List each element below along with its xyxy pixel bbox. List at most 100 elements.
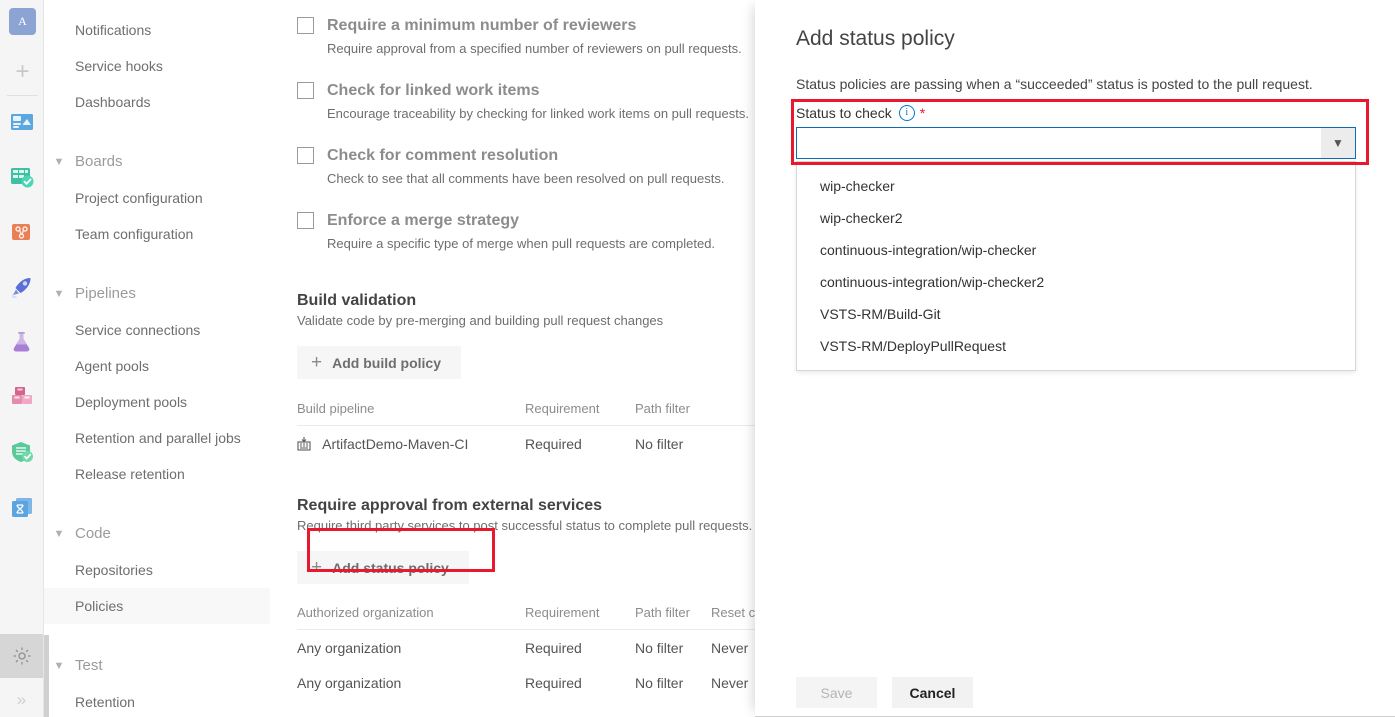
add-status-policy-label: Add status policy	[332, 560, 449, 576]
checkbox[interactable]	[297, 212, 314, 229]
column-authorized-organization: Authorized organization	[297, 605, 525, 630]
status-to-check-combobox[interactable]: ▼	[796, 127, 1356, 159]
policy-merge-strategy[interactable]: Enforce a merge strategy Require a speci…	[297, 212, 755, 252]
chevron-down-icon: ▼	[52, 648, 66, 684]
cell-path-filter: No filter	[635, 665, 711, 700]
security-icon[interactable]	[10, 440, 35, 465]
sidebar-item-project-configuration[interactable]: Project configuration	[44, 180, 270, 216]
sidebar-group-label: Boards	[75, 153, 123, 170]
add-build-policy-button[interactable]: + Add build policy	[297, 346, 461, 379]
sidebar-group-code[interactable]: ▼ Code	[44, 516, 270, 552]
dropdown-option[interactable]: wip-checker	[797, 170, 1355, 202]
avatar[interactable]: A	[9, 8, 36, 35]
status-to-check-label: Status to check i *	[796, 105, 925, 121]
sidebar-item-service-hooks[interactable]: Service hooks	[44, 48, 270, 84]
build-validation-table: Build pipeline Requirement Path filter A…	[297, 401, 755, 461]
sidebar-item-repositories[interactable]: Repositories	[44, 552, 270, 588]
sidebar-group-pipelines[interactable]: ▼ Pipelines	[44, 276, 270, 312]
table-row[interactable]: Any organization Required No filter Neve…	[297, 630, 755, 666]
add-build-policy-label: Add build policy	[332, 355, 441, 371]
info-icon[interactable]: i	[899, 105, 915, 121]
dropdown-option[interactable]: VSTS-RM/DeployPullRequest	[797, 330, 1355, 362]
policy-min-reviewers[interactable]: Require a minimum number of reviewers Re…	[297, 17, 755, 57]
pipeline-icon	[297, 437, 311, 451]
dropdown-option[interactable]: continuous-integration/wip-checker	[797, 234, 1355, 266]
column-path-filter: Path filter	[635, 401, 755, 426]
add-new-icon[interactable]: +	[9, 58, 36, 85]
repos-icon[interactable]	[10, 220, 35, 245]
sidebar-item-team-configuration[interactable]: Team configuration	[44, 216, 270, 252]
table-header-row: Build pipeline Requirement Path filter	[297, 401, 755, 426]
rail-divider	[7, 95, 38, 96]
policy-title: Require a minimum number of reviewers	[297, 17, 755, 35]
checkbox[interactable]	[297, 147, 314, 164]
cell-reset: Never	[711, 630, 755, 666]
column-reset-conditions: Reset conditions	[711, 605, 755, 630]
chevron-down-icon[interactable]: ▼	[1321, 128, 1355, 158]
sidebar-item-release-retention[interactable]: Release retention	[44, 456, 270, 492]
cell-path-filter: No filter	[635, 426, 755, 462]
cancel-button[interactable]: Cancel	[892, 677, 973, 708]
sidebar-item-deployment-pools[interactable]: Deployment pools	[44, 384, 270, 420]
external-services-heading: Require approval from external services	[297, 496, 755, 515]
panel-description: Status policies are passing when a “succ…	[796, 76, 1313, 92]
pipelines-icon[interactable]	[10, 275, 35, 300]
boards-icon[interactable]	[10, 165, 35, 190]
checkbox[interactable]	[297, 17, 314, 34]
external-services-subtitle: Require third party services to post suc…	[297, 518, 755, 534]
column-build-pipeline: Build pipeline	[297, 401, 525, 426]
sidebar-scrollbar[interactable]	[44, 0, 49, 717]
panel-footer: Save Cancel	[796, 677, 973, 708]
column-path-filter: Path filter	[635, 605, 711, 630]
sidebar-item-service-connections[interactable]: Service connections	[44, 312, 270, 348]
sidebar-item-test-retention[interactable]: Retention	[44, 684, 270, 717]
cell-reset: Never	[711, 665, 755, 700]
dropdown-option[interactable]: continuous-integration/wip-checker2	[797, 266, 1355, 298]
policy-linked-work-items[interactable]: Check for linked work items Encourage tr…	[297, 82, 755, 122]
sidebar-item-retention-parallel-jobs[interactable]: Retention and parallel jobs	[44, 420, 270, 456]
sidebar-item-dashboards[interactable]: Dashboards	[44, 84, 270, 120]
sidebar-item-agent-pools[interactable]: Agent pools	[44, 348, 270, 384]
app-root: A + » Notific	[0, 0, 1395, 717]
dropdown-option[interactable]: VSTS-RM/Build-Git	[797, 298, 1355, 330]
sidebar-group-boards[interactable]: ▼ Boards	[44, 144, 270, 180]
sidebar-group-label: Code	[75, 525, 111, 542]
status-to-check-dropdown: wip-checker wip-checker2 continuous-inte…	[796, 161, 1356, 371]
policy-title: Check for linked work items	[297, 82, 755, 100]
column-requirement: Requirement	[525, 401, 635, 426]
chevron-down-icon: ▼	[52, 516, 66, 552]
sidebar-item-notifications[interactable]: Notifications	[44, 12, 270, 48]
policy-description: Require a specific type of merge when pu…	[297, 236, 755, 252]
settings-gear-icon[interactable]	[0, 634, 43, 678]
status-to-check-input[interactable]	[797, 128, 1321, 158]
table-row[interactable]: ArtifactDemo-Maven-CI Required No filter	[297, 426, 755, 462]
cell-requirement: Required	[525, 665, 635, 700]
pipeline-name: ArtifactDemo-Maven-CI	[322, 436, 468, 452]
cell-requirement: Required	[525, 630, 635, 666]
test-plans-icon[interactable]	[10, 330, 35, 355]
required-marker: *	[920, 105, 925, 121]
table-row[interactable]: Any organization Required No filter Neve…	[297, 665, 755, 700]
external-services-subtitle-text: Require third party services to post suc…	[297, 518, 752, 533]
add-status-policy-button[interactable]: + Add status policy	[297, 551, 469, 584]
sidebar-group-label: Pipelines	[75, 285, 136, 302]
dropdown-option[interactable]: wip-checker2	[797, 202, 1355, 234]
left-icon-rail: A + »	[0, 0, 44, 717]
policy-description: Check to see that all comments have been…	[297, 171, 755, 187]
nav-spacer	[44, 624, 270, 648]
add-status-policy-panel: Add status policy Status policies are pa…	[755, 0, 1395, 717]
sidebar-scrollbar-thumb[interactable]	[44, 635, 49, 717]
policy-title: Enforce a merge strategy	[297, 212, 755, 230]
policy-description: Encourage traceability by checking for l…	[297, 106, 755, 122]
plus-icon: +	[311, 558, 322, 577]
queue-icon[interactable]	[10, 495, 35, 520]
policy-comment-resolution[interactable]: Check for comment resolution Check to se…	[297, 147, 755, 187]
checkbox[interactable]	[297, 82, 314, 99]
expand-rail-icon[interactable]: »	[0, 682, 43, 717]
chevron-down-icon: ▼	[52, 276, 66, 312]
sidebar-group-test[interactable]: ▼ Test	[44, 648, 270, 684]
save-button[interactable]: Save	[796, 677, 877, 708]
overview-icon[interactable]	[10, 110, 35, 135]
sidebar-item-policies[interactable]: Policies	[44, 588, 270, 624]
artifacts-icon[interactable]	[10, 385, 35, 410]
